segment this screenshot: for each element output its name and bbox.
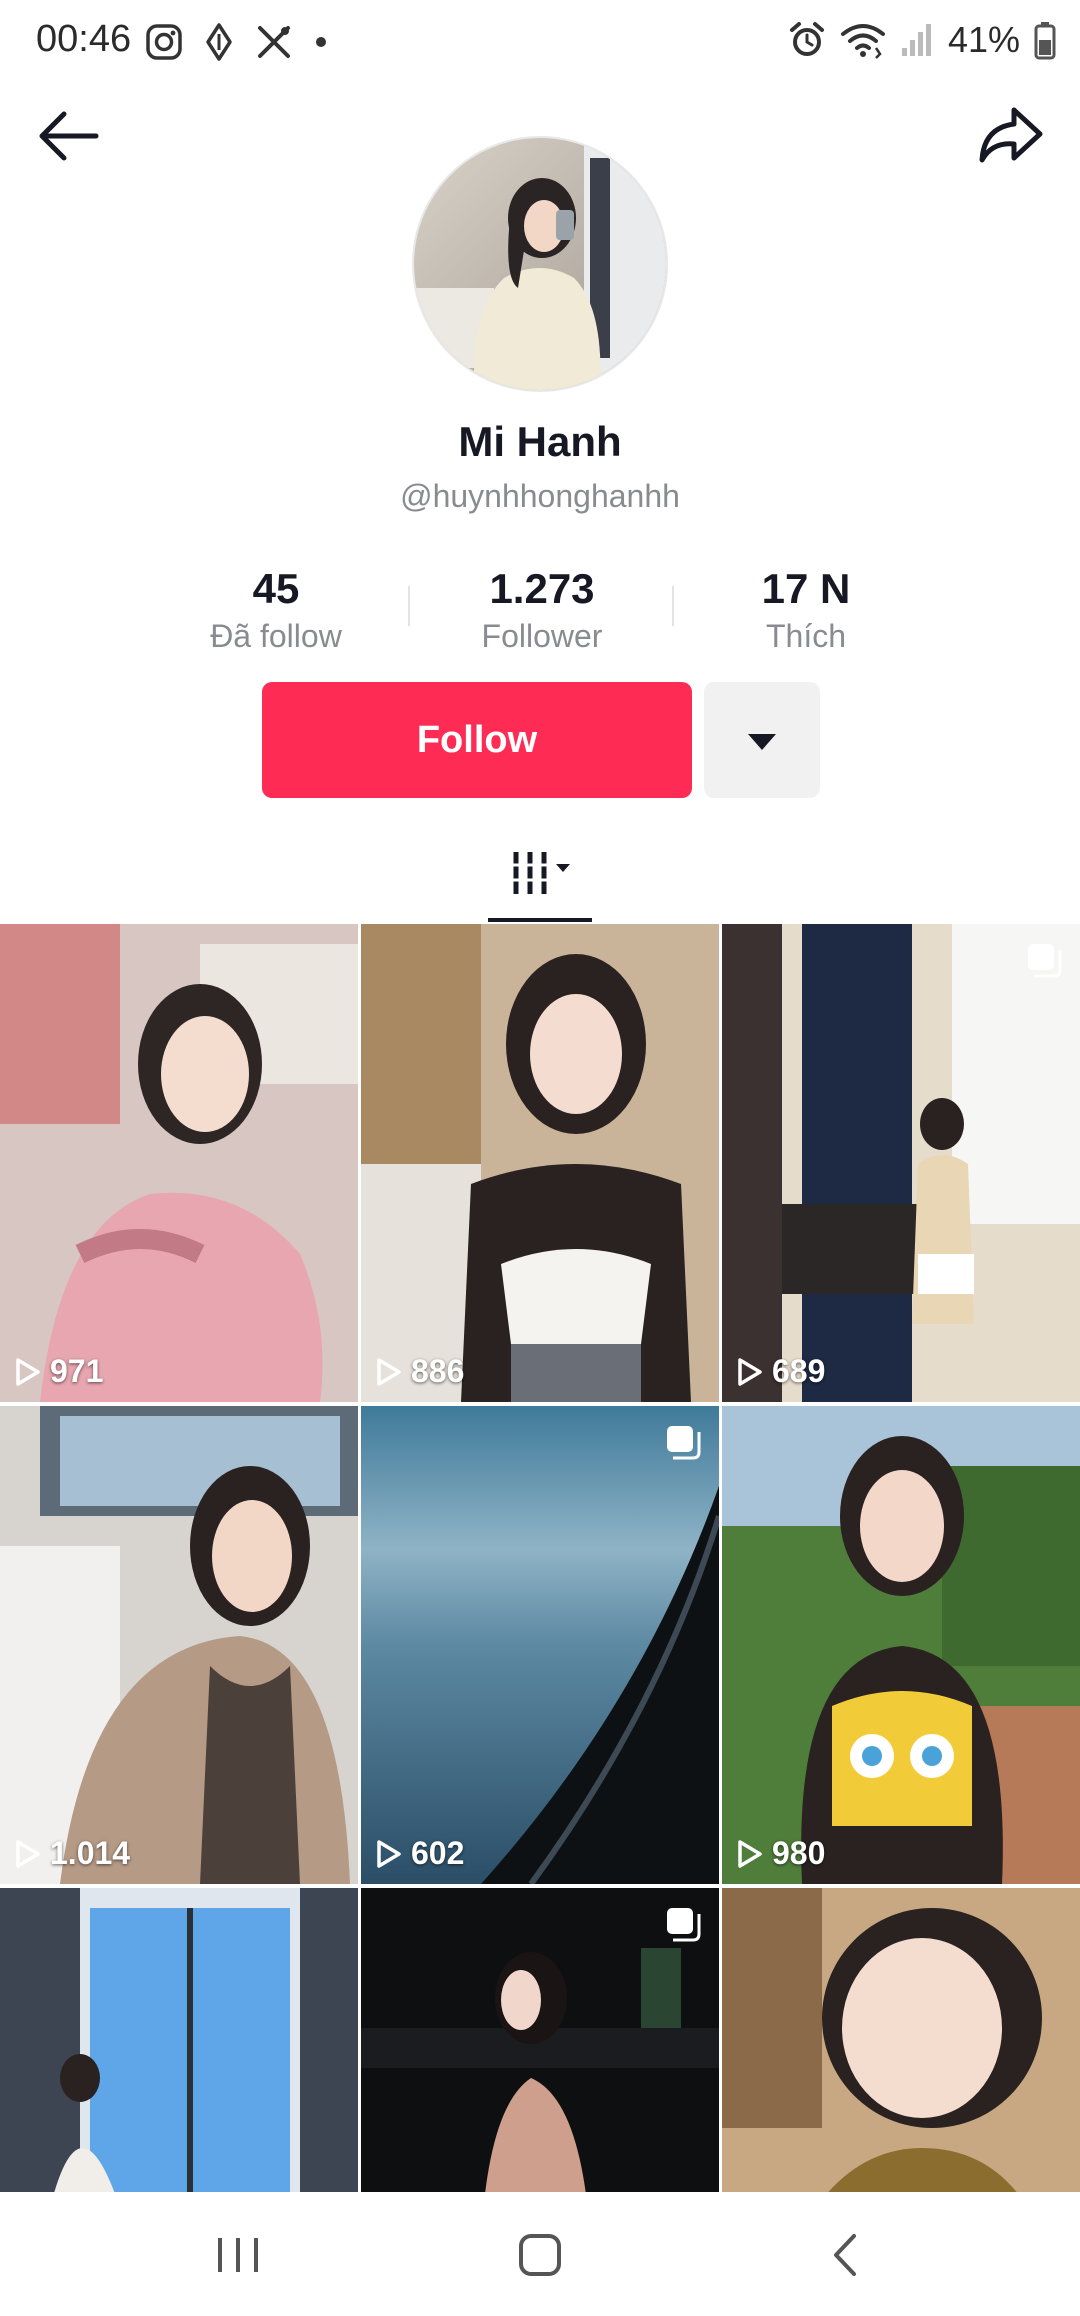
video-tile[interactable]: 1.014 bbox=[0, 1406, 358, 1884]
battery-percent: 41% bbox=[947, 19, 1020, 60]
stat-divider bbox=[408, 586, 410, 626]
active-tab-indicator bbox=[488, 918, 592, 922]
view-count-text: 980 bbox=[772, 1835, 826, 1871]
stat-likes-value: 17 N bbox=[761, 565, 851, 612]
home-button[interactable] bbox=[500, 2220, 580, 2290]
view-count: 689 bbox=[736, 1353, 825, 1390]
video-thumbnail bbox=[722, 1406, 1080, 1884]
view-count: 980 bbox=[736, 1835, 825, 1872]
back-button[interactable] bbox=[34, 108, 104, 164]
play-icon bbox=[738, 1839, 762, 1868]
profile-stats: 45 Đã follow 1.273 Follower 17 N Thích bbox=[0, 562, 1080, 672]
video-thumbnail bbox=[722, 1888, 1080, 2192]
play-icon bbox=[377, 1357, 401, 1386]
play-icon bbox=[738, 1357, 762, 1386]
pen-nib-icon bbox=[206, 23, 232, 61]
status-system-icons: 41% bbox=[788, 18, 1056, 62]
recent-apps-icon bbox=[218, 2238, 258, 2272]
chevron-left-icon bbox=[834, 2234, 856, 2276]
share-button[interactable] bbox=[976, 100, 1046, 170]
video-tile[interactable]: 886 bbox=[361, 924, 719, 1402]
status-bar: 00:46 41% bbox=[0, 0, 1080, 84]
video-tile[interactable] bbox=[361, 1888, 719, 2192]
stat-likes[interactable]: 17 N Thích bbox=[686, 562, 926, 656]
home-icon bbox=[519, 2234, 561, 2276]
video-thumbnail bbox=[722, 924, 1080, 1402]
video-thumbnail bbox=[0, 1888, 358, 2192]
signal-icon bbox=[901, 24, 931, 56]
stat-following[interactable]: 45 Đã follow bbox=[156, 562, 396, 656]
dot-icon bbox=[316, 37, 326, 47]
stat-divider bbox=[672, 586, 674, 626]
view-count: 1.014 bbox=[14, 1835, 130, 1872]
view-count: 602 bbox=[375, 1835, 464, 1872]
system-back-button[interactable] bbox=[806, 2220, 886, 2290]
avatar-photo bbox=[414, 138, 666, 390]
view-count-text: 602 bbox=[411, 1835, 465, 1871]
arrow-left-icon bbox=[39, 111, 99, 161]
stat-following-label: Đã follow bbox=[210, 618, 342, 654]
view-count: 971 bbox=[14, 1353, 103, 1390]
profile-handle: @huynhhonghanhh bbox=[400, 478, 680, 514]
stat-followers-value: 1.273 bbox=[489, 565, 595, 612]
stat-likes-label: Thích bbox=[765, 618, 847, 654]
profile-name: Mi Hanh bbox=[458, 418, 622, 465]
video-thumbnail bbox=[0, 1406, 358, 1884]
caret-down-icon bbox=[748, 734, 776, 750]
status-time: 00:46 bbox=[36, 18, 132, 60]
stat-following-value: 45 bbox=[252, 565, 300, 612]
video-thumbnail bbox=[0, 924, 358, 1402]
play-icon bbox=[16, 1357, 40, 1386]
video-tile[interactable]: 689 bbox=[722, 924, 1080, 1402]
play-icon bbox=[377, 1839, 401, 1868]
status-notification-icons bbox=[144, 20, 328, 64]
video-thumbnail bbox=[361, 1406, 719, 1884]
video-tile[interactable] bbox=[0, 1888, 358, 2192]
view-count-text: 971 bbox=[50, 1353, 104, 1389]
video-tile[interactable]: 980 bbox=[722, 1406, 1080, 1884]
video-tile[interactable]: 602 bbox=[361, 1406, 719, 1884]
view-count-text: 1.014 bbox=[50, 1835, 131, 1871]
suggested-accounts-button[interactable] bbox=[704, 682, 820, 798]
alarm-icon bbox=[789, 22, 824, 56]
recent-apps-button[interactable] bbox=[198, 2220, 278, 2290]
view-count-text: 689 bbox=[772, 1353, 826, 1389]
multi-photo-icon bbox=[667, 1426, 701, 1460]
share-arrow-icon bbox=[979, 107, 1043, 163]
instagram-icon bbox=[146, 24, 182, 60]
view-count: 886 bbox=[375, 1353, 464, 1390]
video-tile[interactable] bbox=[722, 1888, 1080, 2192]
multi-photo-icon bbox=[667, 1908, 701, 1942]
follow-button[interactable]: Follow bbox=[262, 682, 692, 798]
play-icon bbox=[16, 1839, 40, 1868]
system-nav-bar bbox=[0, 2192, 1080, 2316]
stat-followers[interactable]: 1.273 Follower bbox=[422, 562, 662, 656]
tab-videos[interactable] bbox=[486, 838, 594, 924]
battery-icon bbox=[1034, 22, 1056, 60]
video-tile[interactable]: 971 bbox=[0, 924, 358, 1402]
video-grid: 971 886 689 1.014 602 980 bbox=[0, 924, 1080, 2192]
tools-icon bbox=[258, 26, 290, 58]
video-thumbnail bbox=[361, 924, 719, 1402]
view-count-text: 886 bbox=[411, 1353, 465, 1389]
profile-avatar[interactable] bbox=[414, 138, 666, 390]
multi-photo-icon bbox=[1028, 944, 1062, 978]
stat-followers-label: Follower bbox=[481, 618, 603, 654]
wifi-icon bbox=[840, 24, 885, 59]
videos-grid-icon bbox=[510, 852, 570, 894]
